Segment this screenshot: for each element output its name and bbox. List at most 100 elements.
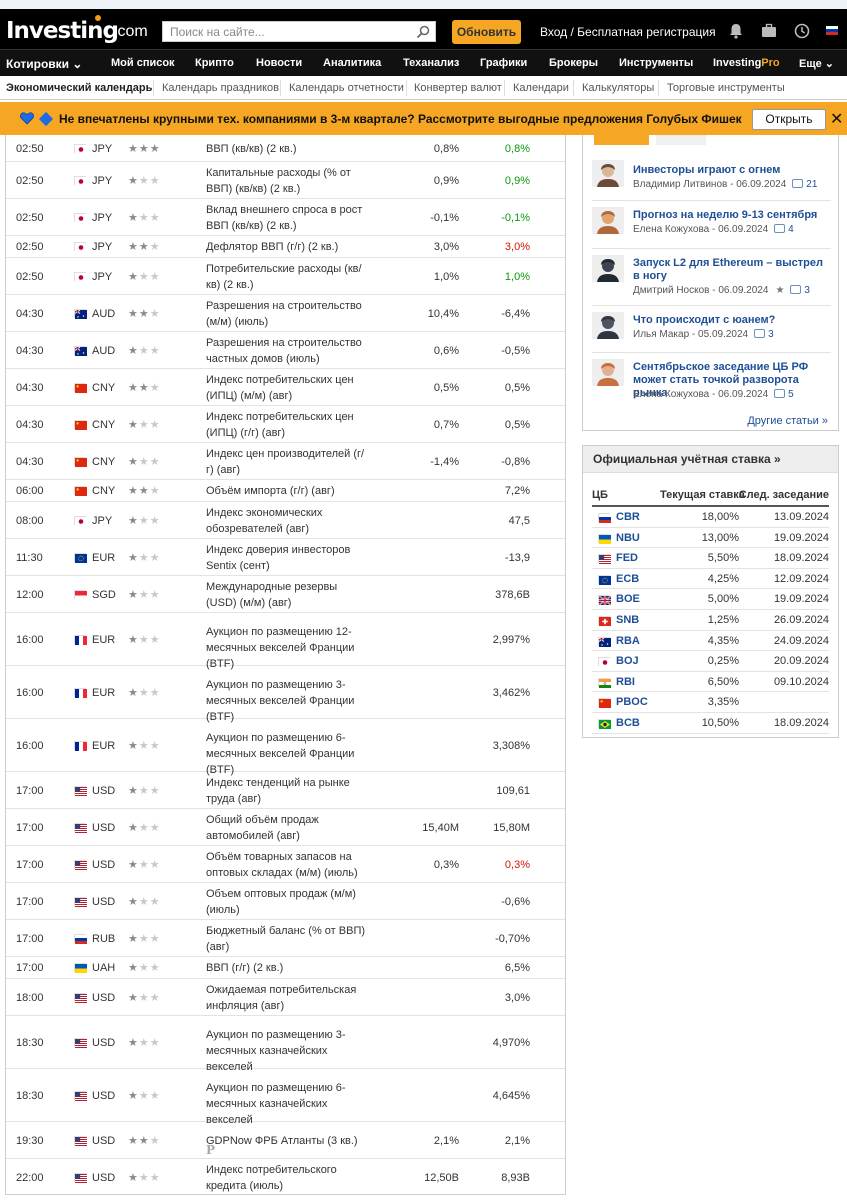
table-row[interactable]: 02:50 JPY ★★★ Капитальные расходы (% от ВВП…	[6, 162, 565, 199]
news-item[interactable]: Запуск L2 для Ethereum – выстрел в ногу Д…	[592, 255, 831, 296]
nav-item-analytics[interactable]: Аналитика	[323, 57, 381, 69]
event-name[interactable]: Дефлятор ВВП (г/г) (2 кв.)	[206, 239, 366, 255]
rate-row[interactable]: ECB 4,25% 12.09.2024	[592, 569, 829, 590]
briefcase-icon[interactable]	[760, 22, 778, 40]
nav-item-charts[interactable]: Графики	[480, 57, 527, 69]
central-bank-name[interactable]: RBI	[616, 676, 635, 688]
search-box[interactable]	[162, 21, 436, 42]
rate-row[interactable]: RBA 4,35% 24.09.2024	[592, 631, 829, 652]
event-name[interactable]: ВВП (кв/кв) (2 кв.)	[206, 141, 366, 157]
news-tab-news[interactable]	[656, 135, 706, 145]
central-bank-name[interactable]: FED	[616, 552, 638, 564]
table-row[interactable]: 11:30 EUR ★★★ Индекс доверия инвесторов Sen…	[6, 539, 565, 576]
event-name[interactable]: Индекс экономических обозревателей (авг)	[206, 505, 366, 537]
central-bank-name[interactable]: BOE	[616, 593, 640, 605]
rate-row[interactable]: PBOC 3,35%	[592, 692, 829, 713]
news-author[interactable]: Дмитрий Носков	[633, 285, 709, 296]
central-bank-name[interactable]: BOJ	[616, 655, 639, 667]
news-comments[interactable]: 3	[768, 329, 774, 340]
rate-row[interactable]: BCB 10,50% 18.09.2024	[592, 713, 829, 734]
news-comments[interactable]: 5	[788, 389, 794, 400]
news-title[interactable]: Запуск L2 для Ethereum – выстрел в ногу	[633, 257, 828, 283]
news-item[interactable]: Сентябрьское заседание ЦБ РФ может стать…	[592, 359, 831, 400]
event-name[interactable]: Аукцион по размещению 6-месячных векселе…	[206, 730, 366, 778]
promo-open-button[interactable]: Открыть	[752, 109, 826, 130]
event-name[interactable]: Индекс доверия инвесторов Sentix (сент)	[206, 542, 366, 574]
author-avatar[interactable]	[592, 207, 624, 234]
news-author[interactable]: Елена Кожухова	[633, 224, 709, 235]
table-row[interactable]: 04:30 CNY ★★★ Индекс цен производителей (г/…	[6, 443, 565, 480]
search-input[interactable]	[163, 22, 403, 41]
event-name[interactable]: Аукцион по размещению 6-месячных казначе…	[206, 1080, 366, 1128]
event-name[interactable]: Бюджетный баланс (% от ВВП) (авг)	[206, 923, 366, 955]
event-name[interactable]: Аукцион по размещению 3-месячных казначе…	[206, 1027, 366, 1075]
news-item[interactable]: Что происходит с юанем? Илья Макар - 05.0…	[592, 312, 831, 352]
table-row[interactable]: 06:00 CNY ★★★ Объём импорта (г/г) (авг) 7,2%	[6, 480, 565, 502]
table-row[interactable]: 02:50 JPY ★★★ Дефлятор ВВП (г/г) (2 кв.) 3,0…	[6, 236, 565, 258]
table-row[interactable]: 04:30 AUD ★★★ Разрешения на строительство ч…	[6, 332, 565, 369]
central-bank-name[interactable]: RBA	[616, 635, 640, 647]
rate-row[interactable]: SNB 1,25% 26.09.2024	[592, 610, 829, 631]
rates-title[interactable]: Официальная учётная ставка »	[583, 446, 838, 473]
event-name[interactable]: Разрешения на строительство (м/м) (июль)	[206, 298, 366, 330]
nav-item-crypto[interactable]: Крипто	[195, 57, 234, 69]
table-row[interactable]: 16:00 EUR ★★★ Аукцион по размещению 6-месяч…	[6, 719, 565, 776]
event-name[interactable]: Индекс тенденций на рынке труда (авг)	[206, 775, 366, 807]
star-icon[interactable]: ★	[775, 285, 784, 296]
event-name[interactable]: Индекс потребительских цен (ИПЦ) (м/м) (…	[206, 372, 366, 404]
close-icon[interactable]: ✕	[830, 109, 843, 129]
subnav-item-economic-calendar[interactable]: Экономический календарь	[6, 82, 152, 94]
event-name[interactable]: Индекс цен производителей (г/г) (авг)	[206, 446, 366, 478]
author-avatar[interactable]	[592, 255, 624, 282]
table-row[interactable]: 08:00 JPY ★★★ Индекс экономических обозрева…	[6, 502, 565, 539]
author-avatar[interactable]	[592, 160, 624, 187]
event-name[interactable]: Аукцион по размещению 3-месячных векселе…	[206, 677, 366, 725]
language-flag-icon[interactable]	[826, 26, 838, 35]
central-bank-name[interactable]: CBR	[616, 511, 640, 523]
table-row[interactable]: 02:50 JPY ★★★ Потребительские расходы (кв/к…	[6, 258, 565, 295]
subnav-item-holidays[interactable]: Календарь праздников	[162, 82, 279, 94]
news-comments[interactable]: 3	[804, 285, 810, 296]
subnav-item-converter[interactable]: Конвертер валют	[414, 82, 502, 94]
subnav-item-calculators[interactable]: Калькуляторы	[582, 82, 654, 94]
other-articles-link[interactable]: Другие статьи »	[747, 415, 828, 427]
search-icon[interactable]	[416, 25, 430, 39]
event-name[interactable]: Разрешения на строительство частных домо…	[206, 335, 366, 367]
nav-item-news[interactable]: Новости	[256, 57, 302, 69]
central-bank-name[interactable]: PBOC	[616, 696, 648, 708]
event-name[interactable]: Общий объём продаж автомобилей (авг)	[206, 812, 366, 844]
table-row[interactable]: 18:30 USD ★★★ Аукцион по размещению 6-месяч…	[6, 1069, 565, 1126]
author-avatar[interactable]	[592, 312, 624, 339]
rate-row[interactable]: RBI 6,50% 09.10.2024	[592, 672, 829, 693]
event-name[interactable]: Потребительские расходы (кв/кв) (2 кв.)	[206, 261, 366, 293]
table-row[interactable]: 22:00 USD ★★★ Индекс потребительского креди…	[6, 1159, 565, 1194]
nav-item-watchlist[interactable]: Мой список	[111, 57, 175, 69]
site-logo[interactable]: Investing	[6, 18, 119, 44]
login-link[interactable]: Вход / Бесплатная регистрация	[540, 25, 716, 39]
event-name[interactable]: Аукцион по размещению 12-месячных вексел…	[206, 624, 366, 672]
nav-item-tools[interactable]: Инструменты	[619, 57, 693, 69]
table-row[interactable]: 19:30 USD ★★★ GDPNow ФРБ Атланты (3 кв.) 2,1…	[6, 1122, 565, 1159]
table-row[interactable]: 02:50 JPY ★★★ ВВП (кв/кв) (2 кв.) 0,8% 0,8%	[6, 135, 565, 162]
rate-row[interactable]: NBU 13,00% 19.09.2024	[592, 528, 829, 549]
event-name[interactable]: GDPNow ФРБ Атланты (3 кв.)	[206, 1133, 366, 1149]
table-row[interactable]: 17:00 USD ★★★ Индекс тенденций на рынке тру…	[6, 772, 565, 809]
news-author[interactable]: Владимир Литвинов	[633, 179, 727, 190]
central-bank-name[interactable]: NBU	[616, 532, 640, 544]
news-item[interactable]: Прогноз на неделю 9-13 сентября Елена Кож…	[592, 207, 831, 247]
subnav-item-trading-tools[interactable]: Торговые инструменты	[667, 82, 785, 94]
news-title[interactable]: Что происходит с юанем?	[633, 314, 833, 327]
table-row[interactable]: 18:30 USD ★★★ Аукцион по размещению 3-месяч…	[6, 1016, 565, 1073]
event-name[interactable]: Объём импорта (г/г) (авг)	[206, 483, 366, 499]
clock-icon[interactable]	[793, 22, 811, 40]
table-row[interactable]: 17:00 USD ★★★ Объем оптовых продаж (м/м) (и…	[6, 883, 565, 920]
table-row[interactable]: 04:30 CNY ★★★ Индекс потребительских цен (И…	[6, 406, 565, 443]
event-name[interactable]: Индекс потребительского кредита (июль)	[206, 1162, 366, 1194]
central-bank-name[interactable]: ECB	[616, 573, 639, 585]
news-item[interactable]: Инвесторы играют с огнем Владимир Литвино…	[592, 160, 831, 200]
news-author[interactable]: Елена Кожухова	[633, 389, 709, 400]
event-name[interactable]: Международные резервы (USD) (м/м) (авг)	[206, 579, 366, 611]
nav-item-techanalysis[interactable]: Теханализ	[403, 57, 459, 69]
news-author[interactable]: Илья Макар	[633, 329, 689, 340]
table-row[interactable]: 04:30 AUD ★★★ Разрешения на строительство (…	[6, 295, 565, 332]
